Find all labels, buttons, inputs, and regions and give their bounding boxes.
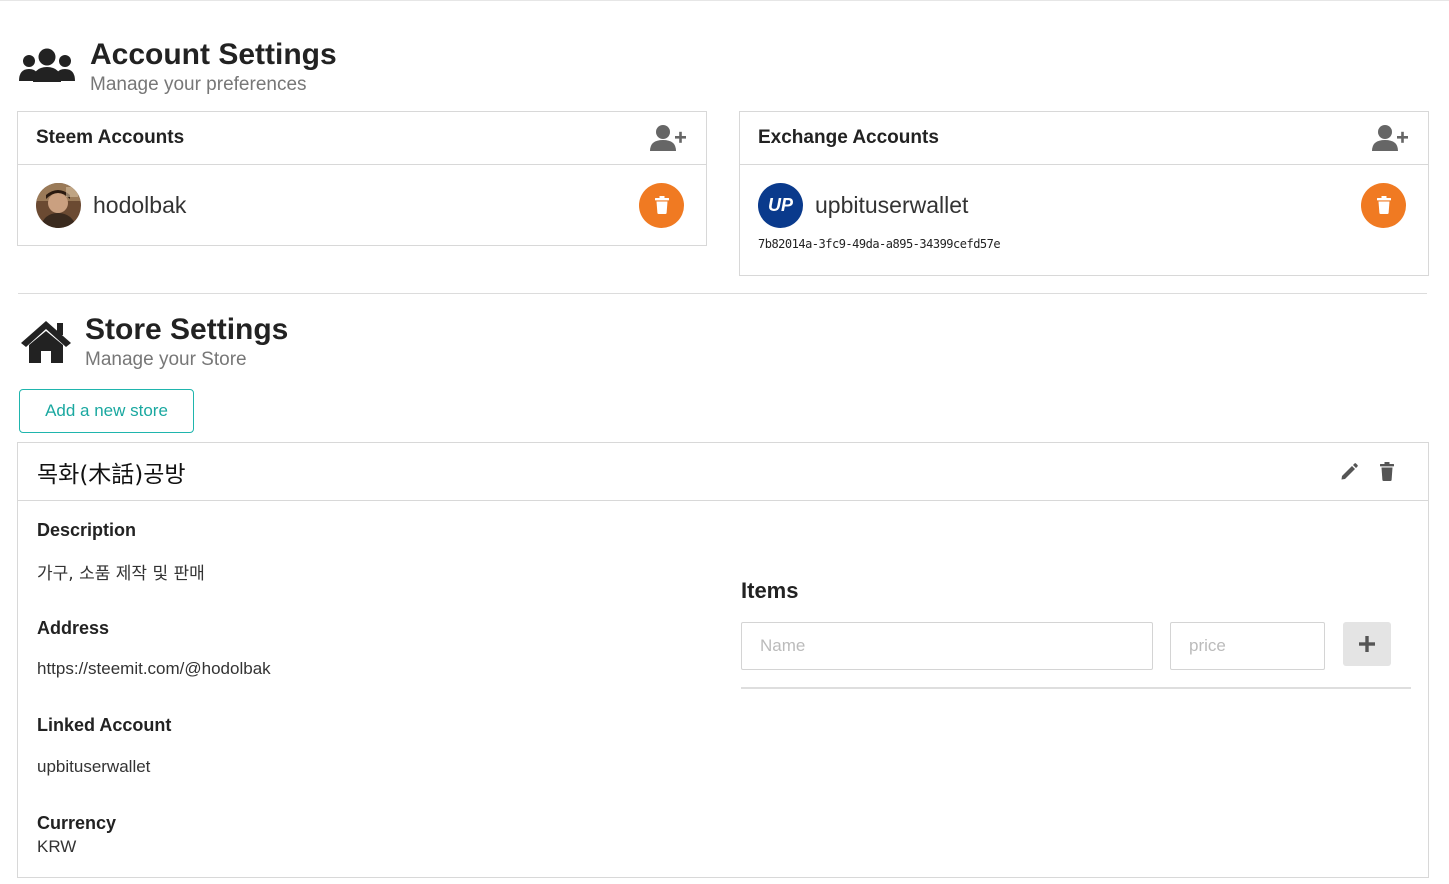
description-value: 가구, 소품 제작 및 판매 [37,564,205,584]
exchange-accounts-header: Exchange Accounts [740,112,1428,165]
account-settings-title: Account Settings [90,38,337,71]
add-item-button[interactable] [1343,622,1391,666]
steem-account-name: hodolbak [93,191,187,218]
currency-label: Currency [37,813,117,833]
items-title: Items [741,578,799,603]
address-label: Address [37,618,110,638]
exchange-account-name: upbituserwallet [815,191,969,218]
linked-account-value: upbituserwallet [37,757,151,776]
items-divider [741,687,1411,689]
store-settings-subtitle: Manage your Store [85,349,247,370]
steem-accounts-title: Steem Accounts [36,127,185,148]
account-settings-subtitle: Manage your preferences [90,74,307,95]
plus-icon [1359,636,1375,652]
upbit-logo-text: UP [767,194,793,215]
trash-icon [654,196,669,214]
user-plus-icon [1372,125,1408,151]
user-plus-icon [650,125,686,151]
top-border [0,0,1449,1]
add-steem-account-button[interactable] [648,123,688,153]
steem-account-row: hodolbak [18,165,706,245]
store-panel: 목화(木話)공방 Description 가구, 소품 제작 및 판매 Addr… [17,442,1429,878]
delete-store-button[interactable] [1376,461,1398,483]
description-label: Description [37,520,137,540]
pencil-icon [1341,462,1358,479]
account-settings-header: Account Settings Manage your preferences [18,38,337,97]
delete-steem-account-button[interactable] [639,182,684,228]
exchange-accounts-title: Exchange Accounts [758,127,939,148]
trash-icon [1380,462,1394,481]
item-price-input[interactable] [1170,622,1325,670]
store-body: Description 가구, 소품 제작 및 판매 Address https… [18,501,1428,877]
exchange-account-key: 7b82014a-3fc9-49da-a895-34399cefd57e [758,237,1001,251]
edit-store-button[interactable] [1338,461,1360,483]
currency-value: KRW [37,837,77,856]
store-header: 목화(木話)공방 [18,443,1428,501]
exchange-accounts-panel: Exchange Accounts UP upbituserwallet 7b8 [739,111,1429,276]
home-icon [21,321,71,363]
add-exchange-account-button[interactable] [1370,123,1410,153]
avatar [36,182,81,228]
upbit-logo: UP [758,182,803,228]
steem-accounts-header: Steem Accounts [18,112,706,165]
address-value: https://steemit.com/@hodolbak [37,659,271,678]
item-name-input[interactable] [741,622,1153,670]
store-settings-header: Store Settings Manage your Store [20,313,288,372]
steem-accounts-panel: Steem Accounts hodolbak [17,111,707,246]
exchange-account-row: UP upbituserwallet [740,165,1428,245]
linked-account-label: Linked Account [37,715,172,735]
store-settings-title: Store Settings [85,313,289,346]
delete-exchange-account-button[interactable] [1361,182,1406,228]
users-icon [19,48,75,82]
section-divider [18,293,1427,294]
store-name: 목화(木話)공방 [37,461,186,488]
trash-icon [1376,196,1391,214]
add-store-button[interactable]: Add a new store [19,389,194,433]
